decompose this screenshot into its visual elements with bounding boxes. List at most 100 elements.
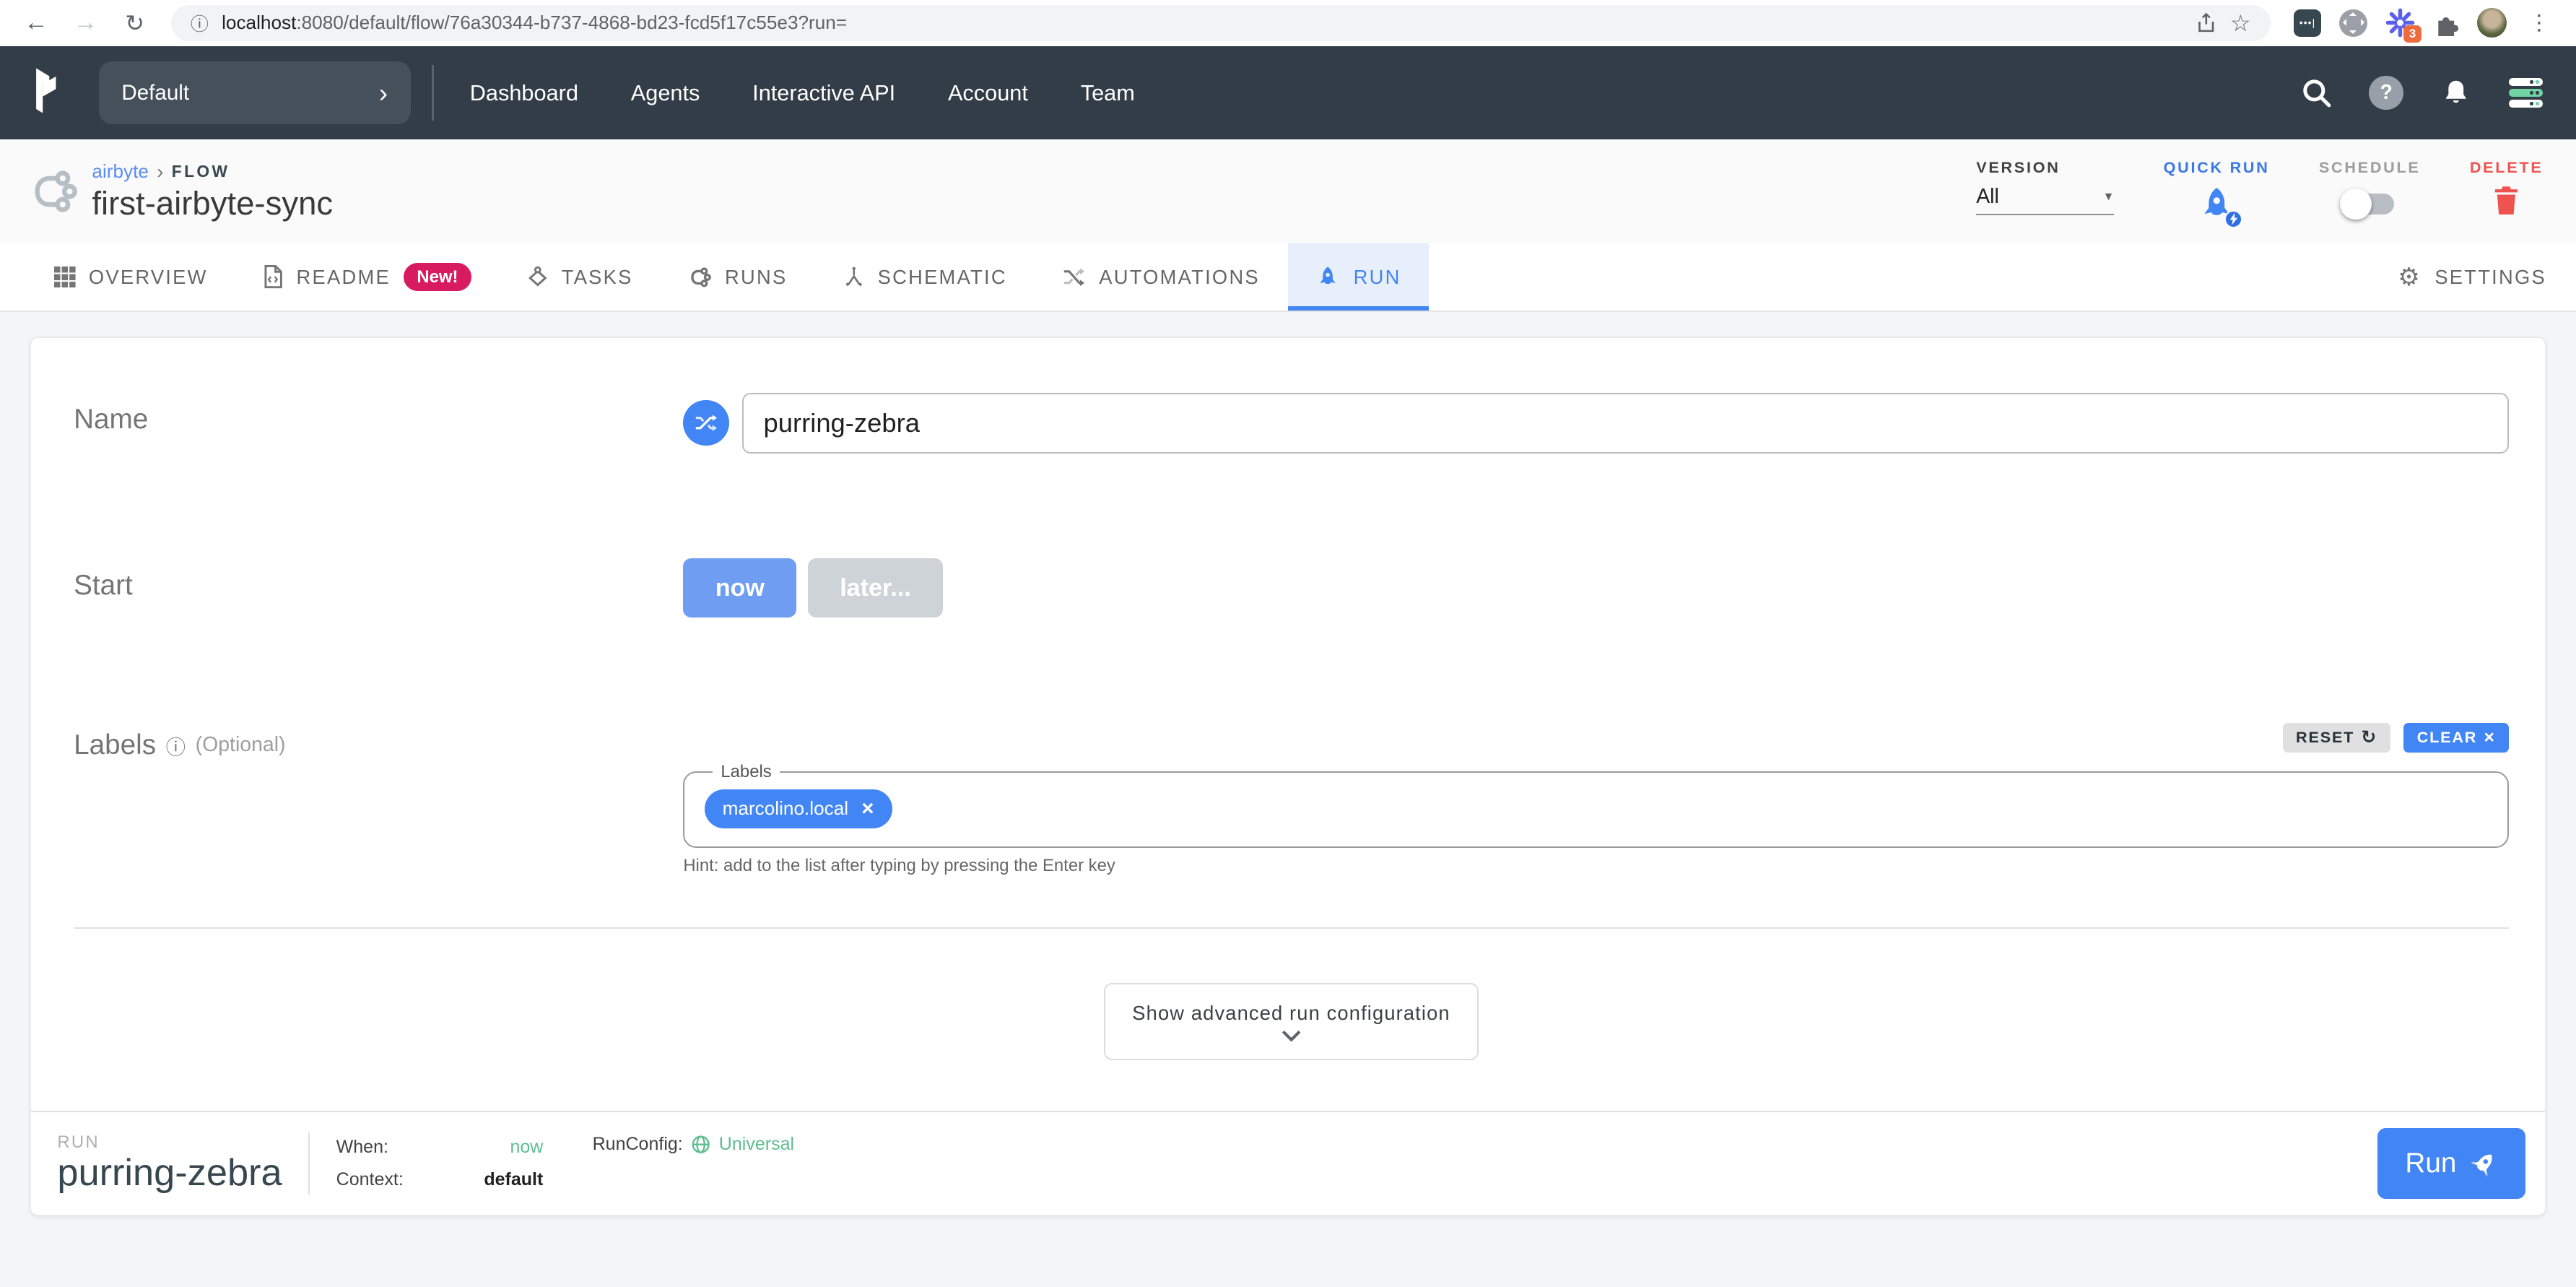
browser-profile-avatar[interactable] — [2477, 8, 2507, 38]
nav-agents[interactable]: Agents — [631, 80, 700, 106]
password-manager-extension-icon[interactable]: •••| — [2294, 9, 2322, 38]
lightning-badge-icon — [2224, 210, 2242, 228]
labels-input-area[interactable]: Labels marcolino.local × — [683, 762, 2509, 847]
run-config-page: Name Start now later... — [0, 312, 2576, 1216]
nav-interactive-api[interactable]: Interactive API — [752, 80, 895, 106]
quick-run-button[interactable]: QUICK RUN — [2164, 158, 2270, 225]
task-diamond-icon — [527, 266, 549, 289]
clear-labels-button[interactable]: CLEAR× — [2403, 723, 2508, 753]
rocket-icon — [1315, 265, 1340, 290]
section-divider — [74, 927, 2509, 929]
runconfig-label: RunConfig: — [593, 1134, 683, 1155]
screen: ← → ↻ ⓘ localhost:8080/default/flow/76a3… — [0, 0, 2576, 1287]
start-row: Start now later... — [74, 558, 2509, 618]
notifications-bell-icon[interactable] — [2440, 77, 2473, 110]
schedule-block: SCHEDULE — [2319, 158, 2421, 214]
labels-label: Labels — [74, 729, 156, 761]
tab-readme[interactable]: README New! — [235, 243, 499, 311]
server-stack-icon[interactable] — [2509, 78, 2544, 107]
info-icon[interactable]: ⓘ — [166, 731, 186, 760]
chevron-right-icon: › — [379, 78, 388, 108]
run-config-form: Name Start now later... — [31, 338, 2545, 1111]
browser-forward-icon[interactable]: → — [66, 9, 105, 37]
trash-icon — [2492, 185, 2520, 216]
tab-label: OVERVIEW — [89, 266, 208, 289]
labels-actions: RESET↻ CLEAR× — [683, 723, 2509, 753]
quick-run-label: QUICK RUN — [2164, 158, 2270, 177]
app-navbar: Default › Dashboard Agents Interactive A… — [0, 46, 2576, 140]
quick-run-rocket-icon — [2197, 185, 2237, 225]
globe-icon — [691, 1135, 710, 1154]
label-chip[interactable]: marcolino.local × — [705, 789, 892, 829]
project-name: Default — [121, 81, 379, 105]
tab-label: RUN — [1354, 266, 1401, 289]
tab-settings[interactable]: ⚙ SETTINGS — [2368, 243, 2576, 311]
tab-schematic[interactable]: SCHEMATIC — [815, 243, 1035, 311]
run-rocket-icon — [2464, 1144, 2503, 1183]
nav-account[interactable]: Account — [948, 80, 1028, 106]
labels-hint: Hint: add to the list after typing by pr… — [683, 856, 2509, 876]
chevron-down-icon — [1282, 1030, 1301, 1041]
schematic-tree-icon — [843, 266, 865, 288]
version-value: All — [1976, 185, 2102, 209]
flow-header-actions: VERSION All ▼ QUICK RUN SCHEDULE — [1976, 158, 2543, 225]
nav-team[interactable]: Team — [1081, 80, 1135, 106]
settings-label: SETTINGS — [2434, 266, 2546, 289]
name-label: Name — [74, 393, 683, 436]
help-icon[interactable]: ? — [2369, 76, 2403, 110]
circle-arrows-extension-icon[interactable] — [2339, 9, 2367, 38]
tab-label: README — [297, 266, 391, 289]
tab-automations[interactable]: AUTOMATIONS — [1035, 243, 1288, 311]
tab-tasks[interactable]: TASKS — [499, 243, 661, 311]
browser-menu-icon[interactable]: ⋮ — [2525, 10, 2553, 35]
run-summary-footer: RUN purring-zebra When: now Context: def… — [31, 1111, 2545, 1214]
start-now-button[interactable]: now — [683, 558, 796, 618]
reset-labels-button[interactable]: RESET↻ — [2283, 723, 2390, 753]
run-name-input[interactable] — [742, 393, 2509, 454]
chip-remove-icon[interactable]: × — [861, 797, 874, 821]
starburst-extension-icon[interactable]: 3 — [2385, 8, 2415, 38]
start-label: Start — [74, 558, 683, 602]
address-bar[interactable]: ⓘ localhost:8080/default/flow/76a30344-b… — [171, 5, 2271, 41]
url-text: localhost:8080/default/flow/76a30344-b73… — [222, 12, 2183, 34]
nav-dashboard[interactable]: Dashboard — [470, 80, 578, 106]
tab-overview[interactable]: OVERVIEW — [26, 243, 235, 311]
breadcrumb-project-link[interactable]: airbyte — [92, 160, 149, 183]
url-path: :8080/default/flow/76a30344-b737-4868-bd… — [296, 12, 847, 33]
randomize-name-button[interactable] — [683, 400, 729, 446]
tab-label: SCHEMATIC — [878, 266, 1007, 289]
start-later-button[interactable]: later... — [808, 558, 943, 618]
schedule-toggle[interactable] — [2345, 194, 2394, 215]
browser-back-icon[interactable]: ← — [17, 9, 56, 37]
search-icon[interactable] — [2300, 77, 2333, 110]
run-summary-name: purring-zebra — [57, 1153, 282, 1195]
site-info-icon[interactable]: ⓘ — [191, 10, 209, 36]
flow-header-left: airbyte › FLOW first-airbyte-sync — [92, 160, 333, 222]
context-value: default — [435, 1169, 543, 1190]
project-selector[interactable]: Default › — [99, 61, 411, 124]
show-advanced-button[interactable]: Show advanced run configuration — [1104, 983, 1479, 1060]
reset-label: RESET — [2296, 728, 2354, 747]
version-select[interactable]: All ▼ — [1976, 185, 2114, 215]
readme-doc-icon — [264, 264, 283, 289]
delete-label: DELETE — [2470, 158, 2544, 177]
share-icon[interactable] — [2196, 12, 2217, 34]
footer-divider — [308, 1132, 310, 1195]
prefect-logo[interactable] — [30, 65, 69, 121]
automations-shuffle-icon — [1063, 266, 1086, 288]
label-chip-text: marcolino.local — [723, 797, 848, 820]
bookmark-star-icon[interactable]: ☆ — [2230, 9, 2251, 37]
delete-button[interactable]: DELETE — [2470, 158, 2544, 217]
advanced-label: Show advanced run configuration — [1132, 1002, 1450, 1025]
tab-label: RUNS — [725, 266, 787, 289]
run-summary-label: RUN — [57, 1132, 282, 1153]
tab-runs[interactable]: RUNS — [661, 243, 815, 311]
puzzle-extensions-icon[interactable] — [2433, 10, 2459, 36]
labels-optional: (Optional) — [196, 733, 286, 757]
tab-run[interactable]: RUN — [1288, 243, 1430, 311]
run-button-label: Run — [2405, 1148, 2456, 1179]
browser-reload-icon[interactable]: ↻ — [115, 9, 155, 37]
labels-legend: Labels — [713, 762, 780, 782]
flow-header: airbyte › FLOW first-airbyte-sync VERSIO… — [0, 139, 2576, 243]
run-button[interactable]: Run — [2377, 1128, 2525, 1199]
